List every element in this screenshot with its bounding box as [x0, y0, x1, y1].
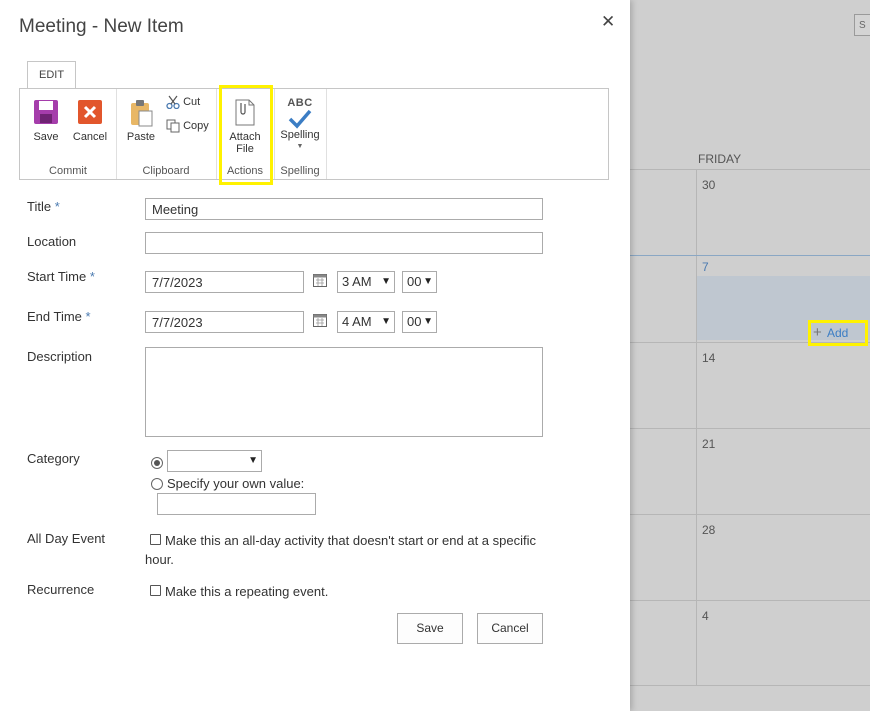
- calendar-date: 21: [702, 437, 716, 451]
- cut-button[interactable]: Cut: [166, 95, 201, 110]
- plus-icon: +: [813, 324, 822, 341]
- spelling-button[interactable]: ABC Spelling ▼: [278, 97, 322, 153]
- copy-label: Copy: [183, 119, 209, 132]
- scissors-icon: [166, 95, 180, 110]
- spelling-label: Spelling: [280, 129, 320, 141]
- calendar-top-button[interactable]: S: [854, 14, 870, 36]
- chevron-down-icon: ▼: [423, 316, 433, 327]
- category-label: Category: [27, 451, 80, 466]
- all-day-label: All Day Event: [27, 531, 106, 546]
- calendar-background: S FRIDAY 30 7 14 21 28 4 + Add: [630, 0, 870, 711]
- dialog-title: Meeting - New Item: [19, 16, 184, 37]
- save-icon: [34, 100, 58, 124]
- category-own-value-radio[interactable]: [151, 478, 163, 490]
- category-select[interactable]: ▼: [167, 450, 262, 472]
- ribbon-group-clipboard: Paste Cut Copy Clipboard: [116, 89, 217, 179]
- add-event-link[interactable]: + Add: [808, 320, 868, 346]
- end-minute-select[interactable]: 00 ▼: [402, 311, 437, 333]
- calendar-cell[interactable]: 21: [630, 428, 870, 514]
- calendar-cell[interactable]: 28: [630, 514, 870, 600]
- recurrence-checkbox[interactable]: [150, 585, 161, 596]
- save-button[interactable]: Save: [30, 99, 62, 143]
- spelling-icon: ABC: [278, 97, 322, 129]
- group-label-commit: Commit: [49, 165, 87, 177]
- description-label: Description: [27, 349, 93, 364]
- calendar-date: 14: [702, 351, 716, 365]
- all-day-text-line2: hour.: [145, 552, 174, 567]
- form-save-button[interactable]: Save: [397, 613, 463, 644]
- spelling-abc-text: ABC: [287, 97, 313, 109]
- calendar-cell[interactable]: 14: [630, 342, 870, 428]
- location-input[interactable]: [145, 232, 543, 254]
- chevron-down-icon: ▼: [423, 276, 433, 287]
- attach-label-line1: Attach: [229, 131, 261, 143]
- dropdown-arrow-icon: ▼: [296, 143, 304, 150]
- all-day-text-line1: Make this an all-day activity that doesn…: [165, 533, 536, 548]
- add-event-label: Add: [827, 326, 849, 340]
- recurrence-label: Recurrence: [27, 582, 95, 597]
- ribbon-group-spelling: ABC Spelling ▼ Spelling: [274, 89, 327, 179]
- cancel-icon: [78, 100, 102, 124]
- group-label-clipboard: Clipboard: [142, 165, 190, 177]
- attach-label-line2: File: [236, 143, 254, 155]
- attach-file-button[interactable]: Attach File: [226, 97, 264, 155]
- end-date-input[interactable]: [145, 311, 304, 333]
- chevron-down-icon: ▼: [381, 276, 391, 287]
- start-minute-select[interactable]: 00 ▼: [402, 271, 437, 293]
- cancel-button[interactable]: Cancel: [72, 99, 108, 143]
- own-value-label: Specify your own value:: [167, 476, 305, 491]
- start-date-input[interactable]: [145, 271, 304, 293]
- cancel-label: Cancel: [72, 131, 108, 143]
- calendar-date: 30: [702, 178, 716, 192]
- copy-icon: [166, 119, 180, 133]
- calendar-icon[interactable]: [313, 313, 327, 327]
- close-icon[interactable]: ✕: [601, 12, 615, 32]
- tab-edit[interactable]: EDIT: [27, 61, 77, 88]
- description-textarea[interactable]: [145, 347, 543, 437]
- copy-button[interactable]: Copy: [166, 119, 209, 133]
- group-label-actions: Actions: [226, 165, 264, 177]
- chevron-down-icon: ▼: [248, 455, 258, 466]
- ribbon-group-actions: Attach File Actions: [216, 89, 275, 179]
- paperclip-icon: [235, 99, 255, 126]
- paste-label: Paste: [126, 131, 156, 143]
- ribbon-group-commit: Save Cancel Commit: [20, 89, 117, 179]
- calendar-icon[interactable]: [313, 273, 327, 287]
- new-item-dialog: Meeting - New Item ✕ EDIT Save Cancel Co: [0, 0, 630, 711]
- save-label: Save: [33, 131, 59, 143]
- calendar-date: 7: [702, 260, 709, 274]
- calendar-date: 4: [702, 609, 709, 623]
- day-header-friday: FRIDAY: [698, 152, 742, 166]
- form-cancel-button[interactable]: Cancel: [477, 613, 543, 644]
- end-time-label: End Time *: [27, 309, 91, 324]
- title-label: Title *: [27, 199, 60, 214]
- chevron-down-icon: ▼: [381, 316, 391, 327]
- start-hour-select[interactable]: 3 AM ▼: [337, 271, 395, 293]
- calendar-cell[interactable]: 30: [630, 169, 870, 255]
- ribbon: Save Cancel Commit Paste Cut Copy Clipbo…: [19, 88, 609, 180]
- cut-label: Cut: [183, 95, 201, 108]
- own-value-input[interactable]: [157, 493, 316, 515]
- category-choice-radio[interactable]: [151, 457, 163, 469]
- all-day-checkbox[interactable]: [150, 534, 161, 545]
- recurrence-text: Make this a repeating event.: [165, 584, 329, 599]
- paste-icon: [131, 100, 153, 127]
- title-input[interactable]: [145, 198, 543, 220]
- calendar-date: 28: [702, 523, 716, 537]
- group-label-spelling: Spelling: [280, 165, 320, 177]
- start-time-label: Start Time *: [27, 269, 95, 284]
- calendar-cell[interactable]: 4: [630, 600, 870, 686]
- location-label: Location: [27, 234, 77, 249]
- end-hour-select[interactable]: 4 AM ▼: [337, 311, 395, 333]
- paste-button[interactable]: Paste: [124, 99, 158, 143]
